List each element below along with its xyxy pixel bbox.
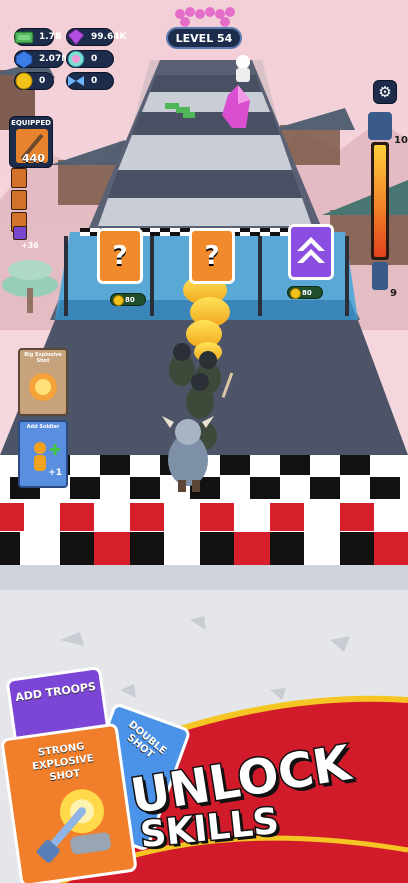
equipped-label: EQUIPPED bbox=[11, 119, 51, 127]
weapon-slot[interactable] bbox=[11, 190, 27, 210]
mystery-gate-card: ? bbox=[189, 228, 235, 284]
equipped-power: 440 bbox=[22, 152, 45, 165]
meter-top-value: 10 bbox=[394, 135, 408, 146]
inventory-count: +36 bbox=[21, 241, 39, 250]
soldier-bonus: +1 bbox=[48, 468, 62, 478]
npc-figure bbox=[236, 55, 250, 82]
money-counter: 1.7B bbox=[14, 28, 62, 46]
blue-gem-icon bbox=[15, 50, 33, 69]
mystery-gate-card: ? bbox=[97, 228, 143, 284]
gem-value: 99.64K bbox=[91, 32, 127, 42]
gate-price-value: 80 bbox=[302, 288, 312, 297]
gate-price-value: 80 bbox=[125, 295, 135, 304]
upgrade-gate-card bbox=[288, 224, 334, 280]
level-badge: LEVEL 54 bbox=[166, 27, 242, 49]
ticket-value: 0 bbox=[91, 76, 98, 86]
rainbow-gem-counter: 0 bbox=[66, 50, 114, 68]
explosive-shot-card[interactable]: Big Explosive Shot bbox=[18, 348, 68, 416]
card-label: Add Soldier bbox=[26, 424, 60, 430]
rainbow-gem-icon bbox=[67, 50, 85, 68]
question-mark: ? bbox=[204, 241, 220, 271]
bowtie-icon bbox=[68, 76, 84, 86]
weapon-slot[interactable] bbox=[11, 168, 27, 188]
skill-card-label: ADD TROOPS bbox=[14, 679, 97, 705]
question-mark: ? bbox=[112, 241, 128, 271]
gate-price: 80 bbox=[110, 293, 146, 306]
money-value: 1.7B bbox=[39, 32, 62, 42]
add-soldier-card[interactable]: Add Soldier +1 bbox=[18, 420, 68, 488]
blue-gem-counter: 2.07M bbox=[14, 50, 70, 69]
cash-icon bbox=[14, 31, 34, 44]
rainbow-gem-value: 0 bbox=[91, 54, 98, 64]
game-scene: 1.7B 99.64K 2.07M 0 0 0 LEVEL 54 ⚙ EQUIP… bbox=[0, 0, 408, 883]
coin-value: 0 bbox=[39, 76, 46, 86]
gate-price: 80 bbox=[287, 286, 323, 299]
coin-counter: 0 bbox=[14, 72, 54, 90]
ticket-counter: 0 bbox=[66, 72, 114, 90]
explosion-icon bbox=[29, 373, 57, 401]
weapon-slot[interactable] bbox=[13, 226, 27, 240]
chevron-up-icon bbox=[297, 237, 325, 263]
sword-explosion-icon bbox=[36, 789, 111, 863]
skill-card-strong-explosive-shot: STRONG EXPLOSIVE SHOT bbox=[0, 722, 138, 883]
gear-icon: ⚙ bbox=[378, 83, 392, 101]
settings-button[interactable]: ⚙ bbox=[373, 80, 397, 104]
coin-icon bbox=[15, 72, 33, 90]
purple-gem-icon bbox=[67, 28, 85, 46]
gem-counter: 99.64K bbox=[66, 28, 126, 46]
meter-bottom-value: 9 bbox=[390, 288, 397, 299]
